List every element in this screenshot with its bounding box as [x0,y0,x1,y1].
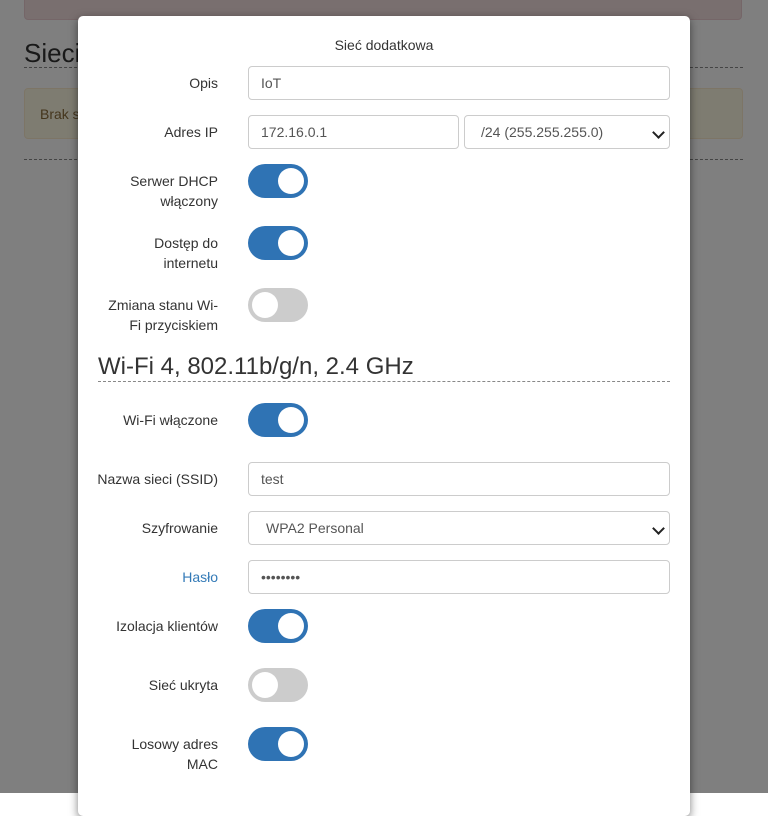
internet-access-label: Dostęp do internetu [154,235,218,271]
encryption-select[interactable]: WPA2 Personal [248,511,670,545]
toggle-knob [278,731,304,757]
wifi-enabled-toggle[interactable] [248,403,308,437]
description-input[interactable]: IoT [248,66,670,100]
toggle-knob [252,292,278,318]
chevron-down-icon [652,522,665,535]
internet-access-toggle[interactable] [248,226,308,260]
client-isolation-toggle[interactable] [248,609,308,643]
netmask-value: /24 (255.255.255.0) [481,124,604,140]
description-label: Opis [189,75,218,91]
password-label-link[interactable]: Hasło [88,567,218,587]
encryption-value: WPA2 Personal [266,520,364,536]
encryption-label: Szyfrowanie [141,520,218,536]
toggle-knob [278,168,304,194]
wifi-enabled-label: Wi-Fi włączone [123,412,218,428]
hidden-network-label: Sieć ukryta [148,677,218,693]
dhcp-toggle[interactable] [248,164,308,198]
modal-title: Sieć dodatkowa [334,37,434,53]
hidden-network-toggle[interactable] [248,668,308,702]
ip-address-label: Adres IP [164,124,218,140]
chevron-down-icon [652,126,665,139]
wifi-button-toggle[interactable] [248,288,308,322]
random-mac-label: Losowy adres MAC [131,736,218,772]
password-input[interactable]: •••••••• [248,560,670,594]
ip-address-input[interactable]: 172.16.0.1 [248,115,459,149]
additional-network-modal: Sieć dodatkowa Opis IoT Adres IP 172.16.… [78,16,690,816]
ssid-input[interactable]: test [248,462,670,496]
netmask-select[interactable]: /24 (255.255.255.0) [464,115,670,149]
wifi-section-title: Wi-Fi 4, 802.11b/g/n, 2.4 GHz [98,353,414,380]
toggle-knob [278,407,304,433]
divider [98,381,670,382]
wifi-button-label: Zmiana stanu Wi- Fi przyciskiem [108,297,218,333]
toggle-knob [278,613,304,639]
toggle-knob [278,230,304,256]
random-mac-toggle[interactable] [248,727,308,761]
dhcp-label: Serwer DHCP włączony [130,173,218,209]
client-isolation-label: Izolacja klientów [116,618,218,634]
ssid-label: Nazwa sieci (SSID) [97,471,218,487]
toggle-knob [252,672,278,698]
